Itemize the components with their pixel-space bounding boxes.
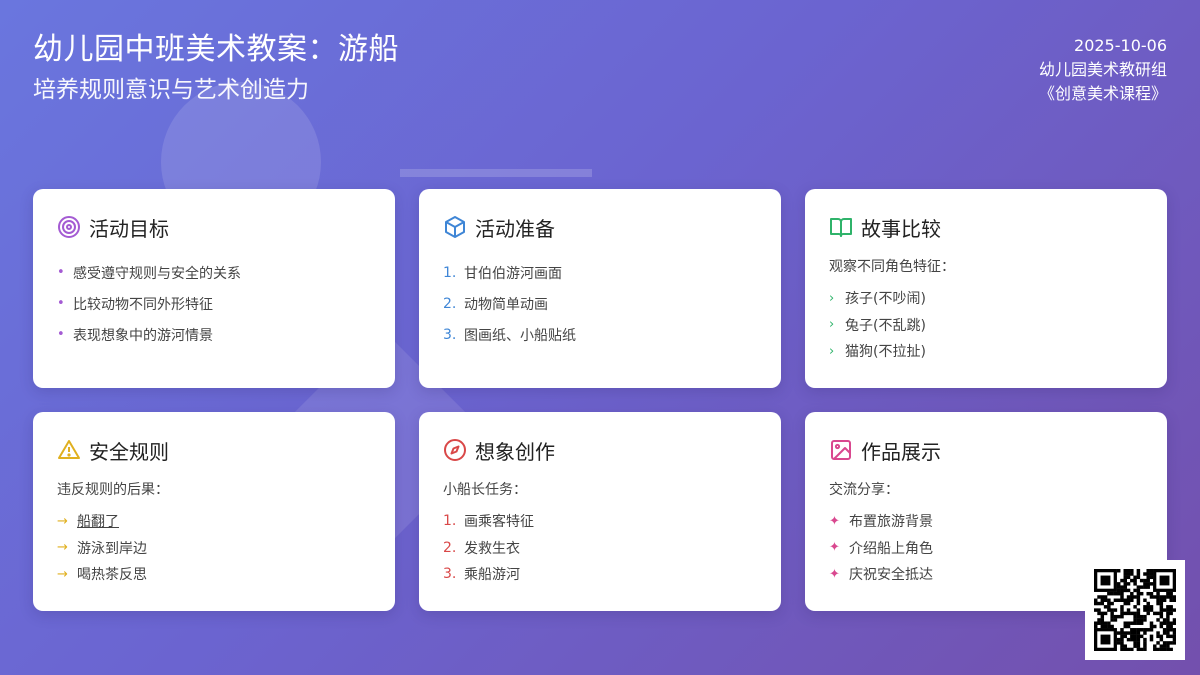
- arrow-right-icon: →: [57, 513, 68, 529]
- chevron-right-icon: ›: [829, 290, 835, 306]
- course-label: 《创意美术课程》: [1038, 84, 1167, 103]
- story-list: › 孩子(不吵闹) › 兔子(不乱跳) › 猫狗(不拉扯): [829, 285, 1143, 365]
- safety-list: → 船翻了 → 游泳到岸边 → 喝热茶反思: [57, 508, 371, 588]
- sparkle-icon: ✦: [829, 566, 840, 582]
- card-story: 故事比较 观察不同角色特征： › 孩子(不吵闹) › 兔子(不乱跳) › 猫狗(不拉扯…: [805, 189, 1167, 388]
- card-intro: 违反规则的后果：: [57, 482, 169, 498]
- list-item: 2. 动物简单动画: [443, 295, 548, 313]
- list-item: 3. 乘船游河: [443, 566, 520, 584]
- card-safety: 安全规则 违反规则的后果： → 船翻了 → 游泳到岸边 → 喝热茶反思: [33, 412, 395, 611]
- list-item: • 比较动物不同外形特征: [57, 296, 213, 313]
- bullet-icon: •: [57, 327, 65, 342]
- sparkle-icon: ✦: [829, 540, 840, 556]
- cube-icon: [443, 215, 467, 239]
- card-intro: 小船长任务：: [443, 482, 527, 498]
- list-item: → 喝热茶反思: [57, 566, 147, 584]
- arrow-right-icon: →: [57, 540, 68, 556]
- card-title: 安全规则: [89, 439, 169, 464]
- card-goals: 活动目标 • 感受遵守规则与安全的关系 • 比较动物不同外形特征 • 表现想象中的游河…: [33, 189, 395, 388]
- list-item: 3. 图画纸、小船贴纸: [443, 326, 576, 344]
- card-title: 活动目标: [89, 216, 169, 241]
- decorative-bar: [400, 169, 592, 177]
- date-label: 2025-10-06: [1074, 36, 1167, 55]
- list-item: 1. 甘伯伯游河画面: [443, 264, 562, 282]
- card-title: 想象创作: [475, 439, 555, 464]
- list-item: › 猫狗(不拉扯): [829, 343, 926, 361]
- arrow-right-icon: →: [57, 566, 68, 582]
- card-create: 想象创作 小船长任务： 1. 画乘客特征 2. 发救生衣 3. 乘船游河: [419, 412, 781, 611]
- warning-icon: [57, 438, 81, 462]
- card-title: 活动准备: [475, 216, 555, 241]
- card-prep: 活动准备 1. 甘伯伯游河画面 2. 动物简单动画 3. 图画纸、小船贴纸: [419, 189, 781, 388]
- list-item: → 船翻了: [57, 513, 119, 531]
- bullet-icon: •: [57, 265, 65, 280]
- list-item: ✦ 布置旅游背景: [829, 513, 933, 531]
- header-meta: 2025-10-06 幼儿园美术教研组 《创意美术课程》: [1039, 34, 1167, 106]
- card-intro: 观察不同角色特征：: [829, 259, 955, 275]
- list-item: › 孩子(不吵闹): [829, 290, 926, 308]
- list-item: 1. 画乘客特征: [443, 513, 534, 531]
- qr-code[interactable]: [1085, 560, 1185, 660]
- target-icon: [57, 215, 81, 239]
- qr-code-icon: [1094, 569, 1177, 652]
- card-title: 故事比较: [861, 216, 941, 241]
- list-item: ✦ 介绍船上角色: [829, 540, 933, 557]
- chevron-right-icon: ›: [829, 317, 835, 333]
- card-intro: 交流分享：: [829, 482, 899, 498]
- list-item: → 游泳到岸边: [57, 540, 147, 557]
- header-left: 幼儿园中班美术教案：游船 培养规则意识与艺术创造力: [33, 30, 399, 106]
- open-book-icon: [829, 215, 853, 239]
- image-icon: [829, 438, 853, 462]
- list-item: › 兔子(不乱跳): [829, 317, 926, 334]
- list-item: 2. 发救生衣: [443, 539, 520, 557]
- compass-icon: [443, 438, 467, 462]
- page-subtitle: 培养规则意识与艺术创造力: [33, 77, 309, 103]
- prep-list: 1. 甘伯伯游河画面 2. 动物简单动画 3. 图画纸、小船贴纸: [443, 257, 757, 350]
- card-title: 作品展示: [861, 439, 941, 464]
- create-list: 1. 画乘客特征 2. 发救生衣 3. 乘船游河: [443, 508, 757, 588]
- page-title: 幼儿园中班美术教案：游船: [33, 32, 399, 67]
- sparkle-icon: ✦: [829, 513, 840, 529]
- list-item: • 表现想象中的游河情景: [57, 327, 213, 344]
- author-label: 幼儿园美术教研组: [1038, 60, 1167, 79]
- bullet-icon: •: [57, 296, 65, 311]
- list-item: • 感受遵守规则与安全的关系: [57, 265, 241, 282]
- chevron-right-icon: ›: [829, 343, 835, 359]
- goals-list: • 感受遵守规则与安全的关系 • 比较动物不同外形特征 • 表现想象中的游河情景: [57, 257, 371, 350]
